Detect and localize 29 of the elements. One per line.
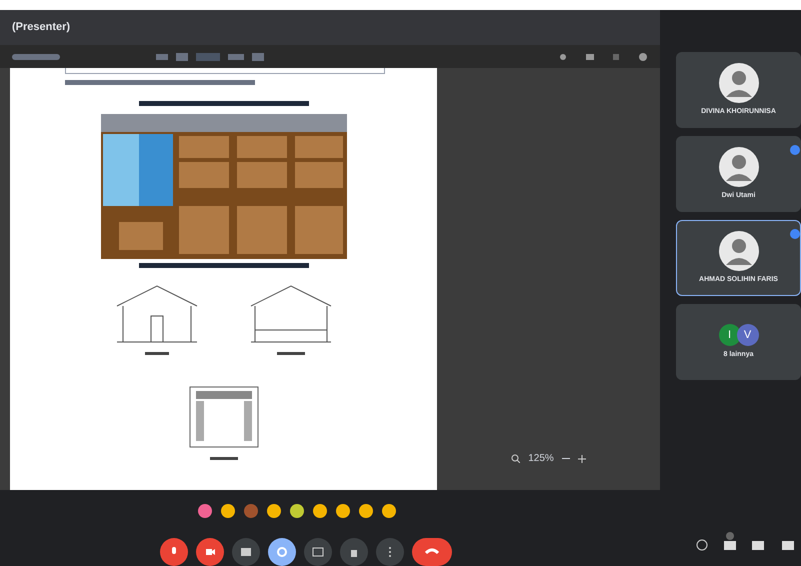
- reaction-emoji-icon[interactable]: [221, 504, 235, 518]
- avatar-silhouette-icon: [718, 62, 758, 103]
- microphone-button[interactable]: [160, 538, 188, 566]
- minus-icon[interactable]: [562, 458, 570, 459]
- avatar-silhouette-icon: [718, 146, 758, 187]
- reaction-emoji-icon[interactable]: [336, 504, 350, 518]
- window-title: (Presenter): [12, 20, 70, 36]
- camera-button[interactable]: [196, 538, 224, 566]
- raise-hand-button[interactable]: [340, 538, 368, 566]
- present-icon: [275, 545, 289, 559]
- activities-button[interactable]: [304, 538, 332, 566]
- avatar-initial: I: [718, 324, 740, 346]
- present-button[interactable]: [268, 538, 296, 566]
- reaction-emoji-icon[interactable]: [359, 504, 373, 518]
- captions-icon: [239, 545, 253, 559]
- reaction-emoji-icon[interactable]: [313, 504, 327, 518]
- avatar-silhouette-icon: [718, 230, 758, 271]
- leave-call-button[interactable]: [412, 538, 452, 566]
- zoom-level: 125%: [528, 452, 554, 466]
- plus-icon[interactable]: [578, 454, 586, 462]
- activities-icon: [311, 545, 325, 559]
- search-icon: [511, 454, 520, 463]
- captions-button[interactable]: [232, 538, 260, 566]
- reaction-emoji-icon[interactable]: [382, 504, 396, 518]
- reaction-emoji-icon[interactable]: [290, 504, 304, 518]
- reaction-emoji-icon[interactable]: [267, 504, 281, 518]
- zoom-control[interactable]: 125%: [511, 451, 586, 466]
- avatar-initial: V: [736, 324, 758, 346]
- reaction-emoji-icon[interactable]: [198, 504, 212, 518]
